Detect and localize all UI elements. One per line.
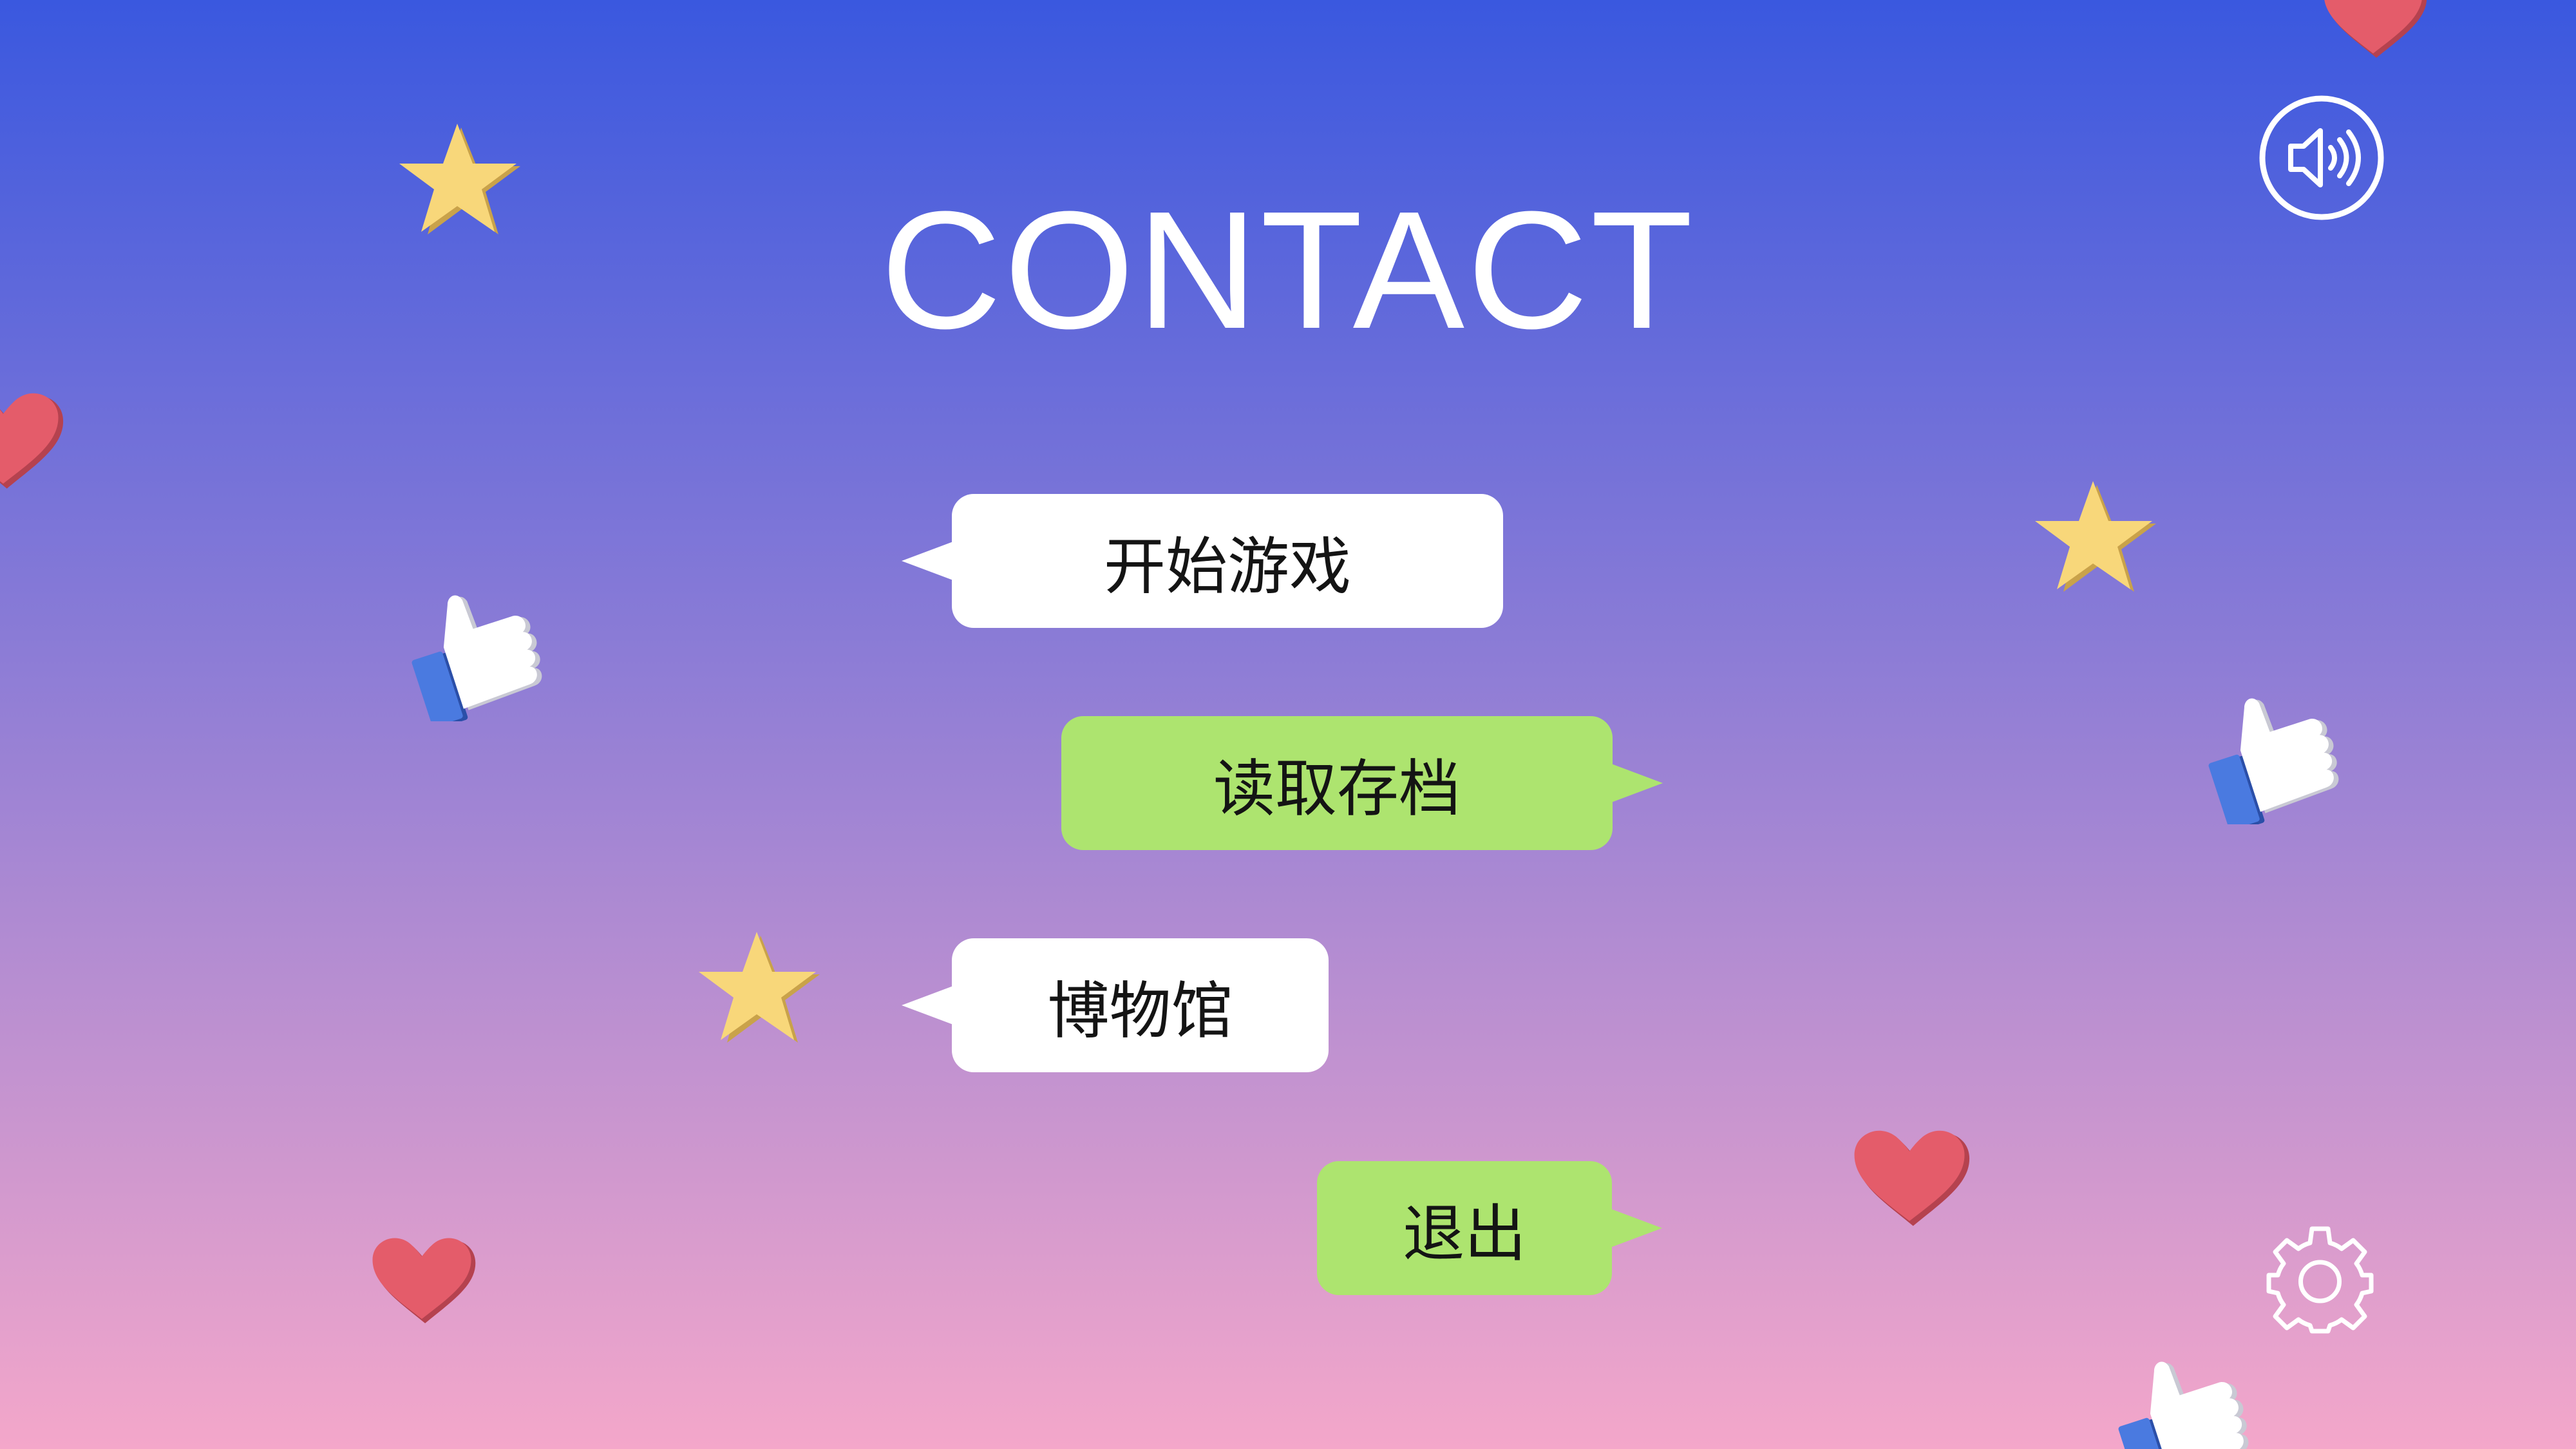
star-icon <box>2022 473 2164 615</box>
bubble-tail <box>1611 1209 1662 1247</box>
start-game-label: 开始游戏 <box>1104 530 1351 603</box>
museum-button[interactable]: 博物馆 <box>902 938 1329 1072</box>
bubble-tail <box>1611 764 1663 802</box>
museum-label: 博物馆 <box>1047 974 1233 1047</box>
heart-icon <box>0 374 64 496</box>
exit-label: 退出 <box>1403 1197 1526 1270</box>
bubble-tail <box>902 542 953 580</box>
heart-icon <box>357 1220 486 1330</box>
thumbs-up-icon <box>2106 1333 2260 1449</box>
game-title: CONTACT <box>880 177 1696 364</box>
thumbs-up-icon <box>399 567 554 721</box>
main-menu-screen: CONTACT 开始游戏 读取存档 博物馆 退出 <box>0 0 2576 1449</box>
bubble-tail <box>902 986 953 1025</box>
start-game-button[interactable]: 开始游戏 <box>902 494 1503 628</box>
heart-icon <box>1848 1111 1971 1233</box>
exit-button[interactable]: 退出 <box>1317 1161 1662 1295</box>
gear-icon[interactable] <box>2264 1224 2376 1336</box>
load-save-button[interactable]: 读取存档 <box>1061 716 1663 850</box>
speaker-icon[interactable] <box>2257 93 2386 222</box>
load-save-label: 读取存档 <box>1213 752 1461 825</box>
star-icon <box>686 924 828 1066</box>
thumbs-up-icon <box>2196 670 2351 824</box>
heart-icon <box>2309 0 2438 64</box>
